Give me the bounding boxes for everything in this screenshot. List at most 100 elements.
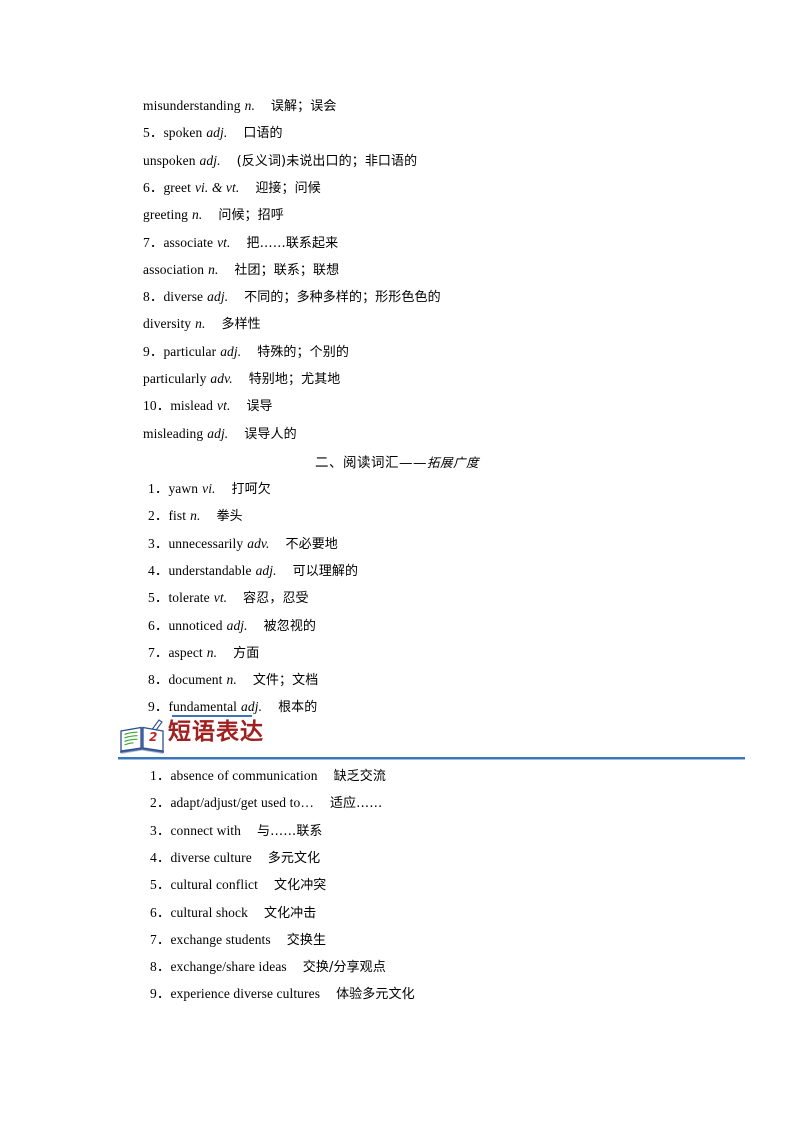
entry-translation: 不必要地 bbox=[285, 536, 338, 552]
phrase-text: diverse culture bbox=[170, 849, 252, 865]
entry-number: 4． bbox=[148, 562, 169, 578]
entry-part-of-speech: n. bbox=[190, 508, 201, 524]
phrase-number: 3． bbox=[150, 822, 171, 838]
entry-part-of-speech: n. bbox=[206, 644, 218, 660]
entry-translation: 误导人的 bbox=[244, 426, 297, 442]
entry-number: 1． bbox=[148, 481, 169, 496]
entry-word: greeting bbox=[143, 207, 189, 223]
phrase-number: 4． bbox=[150, 849, 171, 865]
entry-translation: 文件；文档 bbox=[252, 673, 319, 689]
entry-translation: 特殊的；个别的 bbox=[257, 344, 349, 360]
entry-translation: 打呵欠 bbox=[231, 482, 271, 497]
entry-number: 8． bbox=[148, 672, 169, 688]
vocabulary-entry: 8．document n. 文件；文档 bbox=[148, 672, 318, 689]
entry-part-of-speech: adj. bbox=[199, 152, 221, 168]
phrase-translation: 交换生 bbox=[286, 932, 327, 948]
phrases-banner: 2 短语表达 bbox=[0, 713, 794, 769]
entry-translation: 问候；招呼 bbox=[218, 208, 284, 224]
entry-part-of-speech: n. bbox=[192, 207, 203, 223]
vocabulary-entry: 9．particular adj. 特殊的；个别的 bbox=[143, 344, 349, 361]
entry-word: greet bbox=[163, 179, 191, 195]
phrase-entry: 9．experience diverse cultures 体验多元文化 bbox=[150, 986, 415, 1003]
vocabulary-entry: 3．unnecessarily adv. 不必要地 bbox=[148, 536, 338, 553]
entry-part-of-speech: adj. bbox=[255, 562, 277, 578]
phrase-entry: 4．diverse culture 多元文化 bbox=[150, 850, 320, 867]
entry-word: misunderstanding bbox=[143, 98, 241, 113]
entry-translation: 误导 bbox=[246, 399, 273, 415]
entry-number: 7． bbox=[148, 644, 169, 660]
reading-heading-tail: 拓展广度 bbox=[426, 455, 479, 470]
vocabulary-entry: particularly adv. 特别地；尤其地 bbox=[143, 371, 340, 388]
entry-translation: 特别地；尤其地 bbox=[248, 372, 341, 387]
entry-translation: 迎接；问候 bbox=[255, 180, 321, 196]
entry-word: diverse bbox=[163, 289, 204, 305]
entry-word: tolerate bbox=[168, 590, 210, 606]
document-page: misunderstanding n. 误解；误会 5．spoken adj. 口语的 un… bbox=[0, 0, 794, 1123]
vocabulary-entry: 4．understandable adj. 可以理解的 bbox=[148, 563, 358, 580]
entry-word: unnoticed bbox=[168, 617, 223, 633]
entry-translation: 容忍，忍受 bbox=[243, 591, 309, 607]
phrase-translation: 交换/分享观点 bbox=[302, 960, 386, 976]
entry-word: yawn bbox=[168, 481, 199, 496]
entry-part-of-speech: vt. bbox=[213, 590, 228, 606]
vocabulary-entry: 7．aspect n. 方面 bbox=[148, 645, 259, 662]
entry-number: 5． bbox=[143, 125, 164, 141]
vocabulary-entry: 7．associate vt. 把……联系起来 bbox=[143, 235, 338, 252]
vocabulary-entry: 2．fist n. 拳头 bbox=[148, 508, 243, 525]
entry-word: association bbox=[143, 261, 205, 277]
vocabulary-entry: association n. 社团；联系；联想 bbox=[143, 262, 339, 279]
phrase-entry: 3．connect with 与……联系 bbox=[150, 823, 323, 840]
entry-part-of-speech: n. bbox=[226, 672, 237, 688]
vocabulary-entry: 6．unnoticed adj. 被忽视的 bbox=[148, 618, 316, 635]
reading-heading-main: 二、阅读词汇—— bbox=[314, 455, 427, 471]
entry-part-of-speech: vi. & vt. bbox=[194, 179, 240, 195]
entry-part-of-speech: adv. bbox=[247, 535, 270, 551]
phrase-translation: 文化冲突 bbox=[274, 878, 327, 894]
phrase-translation: 缺乏交流 bbox=[333, 769, 386, 784]
entry-number: 9． bbox=[143, 343, 164, 359]
reading-vocabulary-heading: 二、阅读词汇——拓展广度 bbox=[0, 451, 794, 471]
entry-translation: 口语的 bbox=[243, 126, 283, 142]
phrase-number: 9． bbox=[150, 986, 171, 1002]
phrase-entry: 6．cultural shock 文化冲击 bbox=[150, 905, 316, 922]
entry-part-of-speech: vi. bbox=[202, 481, 216, 496]
vocabulary-entry: misunderstanding n. 误解；误会 bbox=[143, 98, 336, 115]
vocabulary-entry: unspoken adj. (反义词)未说出口的；非口语的 bbox=[143, 153, 417, 170]
entry-part-of-speech: adv. bbox=[210, 371, 233, 386]
phrase-entry: 5．cultural conflict 文化冲突 bbox=[150, 877, 326, 894]
phrase-text: cultural conflict bbox=[170, 877, 258, 893]
entry-part-of-speech: vt. bbox=[217, 234, 231, 250]
entry-word: document bbox=[168, 672, 223, 688]
phrase-number: 1． bbox=[150, 768, 171, 783]
entry-translation: 把……联系起来 bbox=[246, 235, 339, 251]
entry-part-of-speech: adj. bbox=[206, 125, 228, 141]
entry-number: 2． bbox=[148, 508, 169, 524]
entry-part-of-speech: n. bbox=[244, 98, 255, 113]
entry-part-of-speech: adj. bbox=[207, 425, 229, 441]
phrase-text: experience diverse cultures bbox=[170, 986, 321, 1002]
entry-word: associate bbox=[163, 234, 214, 250]
vocabulary-entry: greeting n. 问候；招呼 bbox=[143, 207, 284, 224]
entry-part-of-speech: adj. bbox=[207, 289, 229, 305]
entry-translation: 方面 bbox=[233, 645, 260, 661]
entry-translation: 误解；误会 bbox=[270, 99, 337, 114]
vocabulary-entry: misleading adj. 误导人的 bbox=[143, 426, 297, 443]
entry-number: 8． bbox=[143, 289, 164, 305]
entry-number: 6． bbox=[143, 179, 164, 195]
phrase-number: 2． bbox=[150, 795, 171, 811]
entry-word: unspoken bbox=[143, 152, 196, 168]
phrase-text: exchange/share ideas bbox=[170, 959, 287, 975]
entry-word: spoken bbox=[163, 125, 203, 141]
open-book-with-pen-icon: 2 bbox=[118, 719, 166, 759]
entry-word: understandable bbox=[168, 562, 252, 578]
entry-part-of-speech: n. bbox=[195, 316, 206, 332]
entry-translation: 拳头 bbox=[216, 509, 243, 525]
entry-word: unnecessarily bbox=[168, 535, 244, 551]
entry-number: 3． bbox=[148, 535, 169, 551]
entry-word: mislead bbox=[170, 398, 214, 414]
entry-word: particularly bbox=[143, 371, 207, 386]
entry-translation: 不同的；多种多样的；形形色色的 bbox=[244, 290, 441, 306]
entry-part-of-speech: adj. bbox=[220, 343, 242, 359]
entry-number: 10． bbox=[143, 398, 171, 414]
vocabulary-entry: diversity n. 多样性 bbox=[143, 316, 261, 333]
